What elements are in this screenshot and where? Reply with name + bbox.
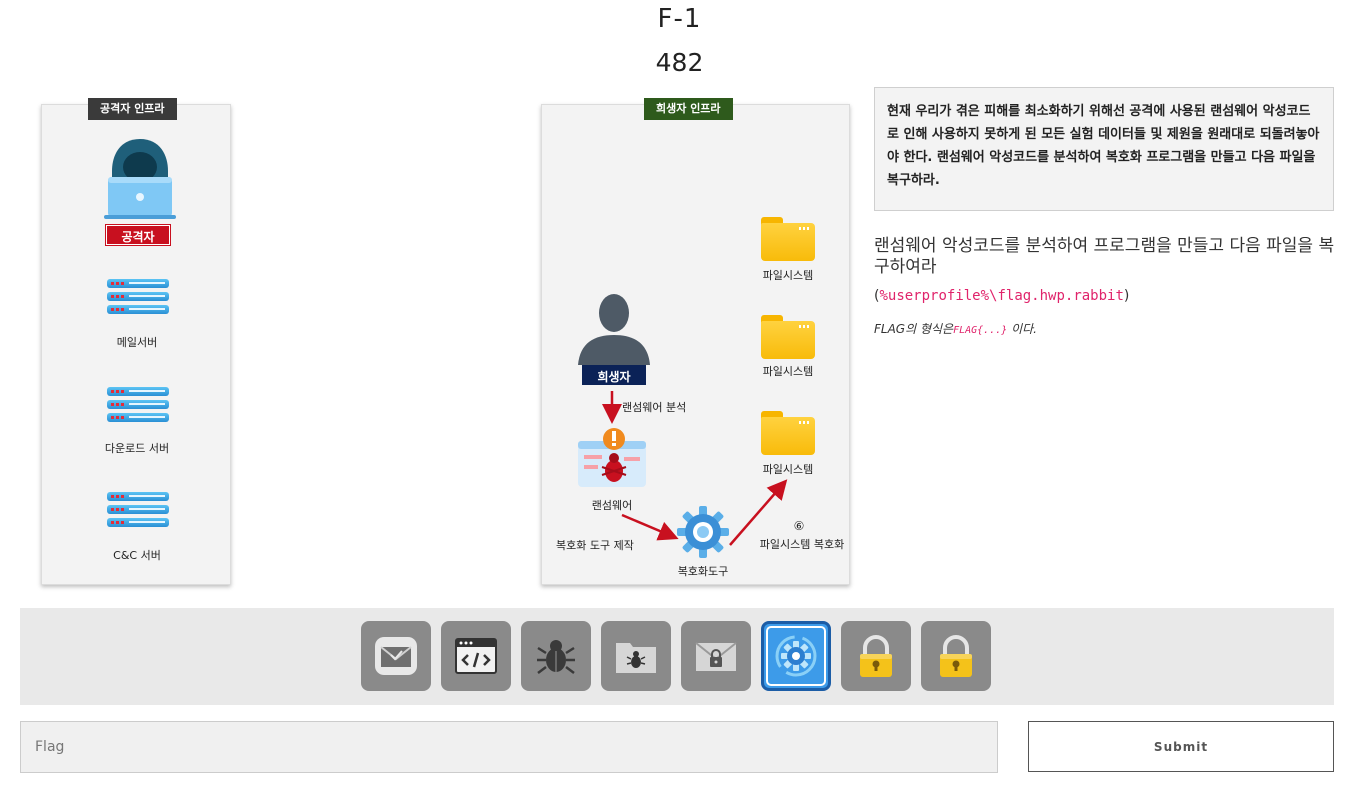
mail-tool-button[interactable] <box>361 621 431 691</box>
attacker-label: 공격자 <box>121 230 155 244</box>
challenge-points: 482 <box>655 48 704 77</box>
folder-icon <box>761 315 815 359</box>
ransomware-label: 랜섬웨어 <box>591 499 633 512</box>
flag-input[interactable] <box>20 721 998 773</box>
victim-label: 희생자 <box>597 370 631 384</box>
locked-mail-icon <box>695 642 737 671</box>
hacker-icon <box>104 139 176 219</box>
flag-format-code: FLAG{...} <box>953 325 1008 336</box>
flag-format-suffix: 이다. <box>1011 322 1037 336</box>
gear-icon <box>677 506 729 558</box>
code-tool-button[interactable] <box>441 621 511 691</box>
folder-icon <box>761 217 815 261</box>
gear-refresh-icon <box>775 635 817 677</box>
flag-format-note: FLAG의 형식은FLAG{...} 이다. <box>874 320 1037 337</box>
locked-tool-button[interactable] <box>841 621 911 691</box>
analysis-label: 랜섬웨어 분석 <box>622 401 687 414</box>
folder-icon <box>761 411 815 455</box>
attacker-infra-panel: 공격자 인프라 공격자 메일서버 다운로드 서버 C&C 서버 <box>41 98 231 585</box>
bug-icon <box>537 640 575 674</box>
decrypt-tool-label: 복호화도구 <box>677 565 729 578</box>
submit-button[interactable]: Submit <box>1028 721 1334 772</box>
decrypt-tool-button[interactable] <box>761 621 831 691</box>
download-server-label: 다운로드 서버 <box>104 442 170 455</box>
path-code: %userprofile%\flag.hwp.rabbit <box>879 288 1124 304</box>
cnc-server-icon <box>107 492 169 531</box>
restore-label: 파일시스템 복호화 <box>759 538 845 551</box>
filesystem-label: 파일시스템 <box>762 269 814 282</box>
mail-server-label: 메일서버 <box>116 336 158 349</box>
attacker-infra-title: 공격자 인프라 <box>88 98 177 120</box>
challenge-code: F-1 <box>657 4 702 34</box>
filesystem-label: 파일시스템 <box>762 463 814 476</box>
padlock-icon <box>860 635 892 677</box>
filesystem-label: 파일시스템 <box>762 365 814 378</box>
step-number: ⑥ <box>793 519 805 533</box>
bug-folder-icon <box>616 643 656 673</box>
flag-format-prefix: FLAG의 형식은 <box>874 322 954 336</box>
cnc-server-label: C&C 서버 <box>113 549 161 562</box>
mail-icon <box>375 637 417 675</box>
bug-tool-button[interactable] <box>521 621 591 691</box>
scenario-description-box: 현재 우리가 겪은 피해를 최소화하기 위해선 공격에 사용된 랜섬웨어 악성코… <box>874 87 1334 211</box>
locked-tool-button[interactable] <box>921 621 991 691</box>
download-server-icon <box>107 387 169 426</box>
code-icon <box>455 638 497 674</box>
target-file-path: (%userprofile%\flag.hwp.rabbit) <box>874 288 1129 304</box>
victim-person-icon <box>578 294 650 365</box>
ransomware-icon <box>578 428 646 487</box>
mail-server-icon <box>107 279 169 318</box>
victim-infra-panel: 희생자 인프라 희생자 랜섬웨어 분석 랜섬웨어 복호화 도구 제작 복호화도구… <box>541 98 850 585</box>
bug-folder-tool-button[interactable] <box>601 621 671 691</box>
padlock-icon <box>940 635 972 677</box>
challenge-toolbar <box>20 608 1334 705</box>
tool-make-label: 복호화 도구 제작 <box>556 539 634 552</box>
path-close-paren: ) <box>1123 288 1130 304</box>
locked-mail-tool-button[interactable] <box>681 621 751 691</box>
task-description: 랜섬웨어 악성코드를 분석하여 프로그램을 만들고 다음 파일을 복구하여라 <box>874 236 1335 277</box>
